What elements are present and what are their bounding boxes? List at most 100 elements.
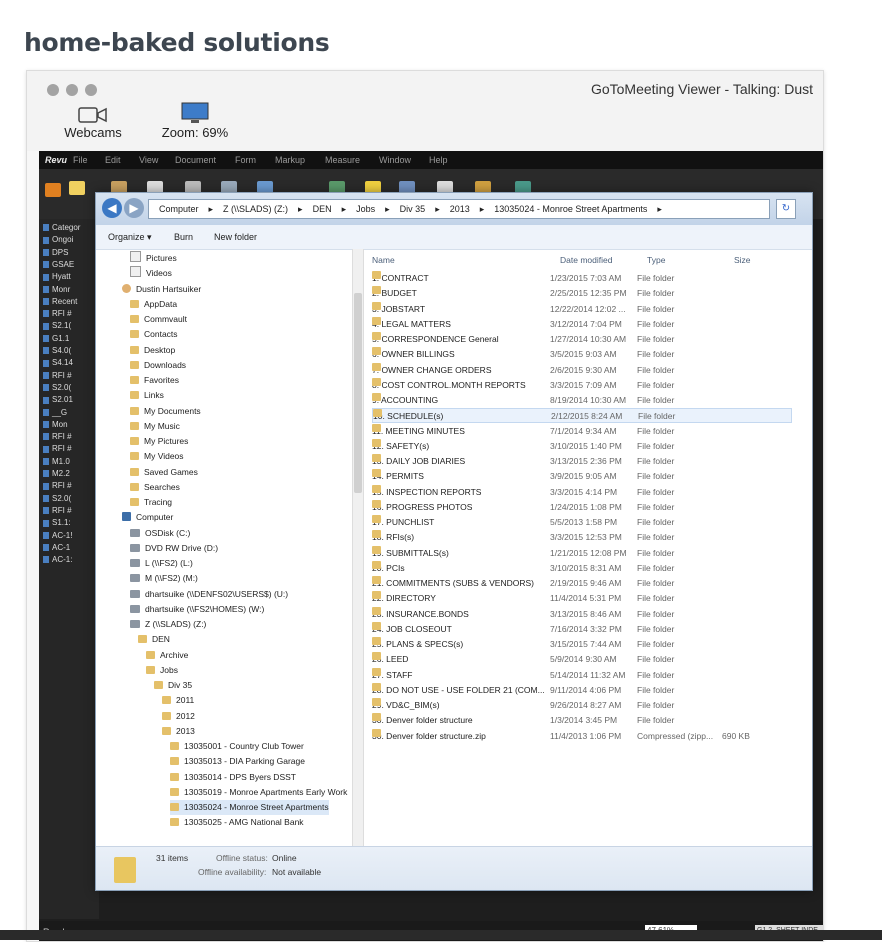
file-row[interactable]: 15. INSPECTION REPORTS 3/3/2015 4:14 PM Fi… xyxy=(372,484,792,500)
breadcrumb-separator-icon[interactable]: ▸ xyxy=(209,204,214,214)
tree-item[interactable]: Dustin Hartsuiker xyxy=(122,282,201,297)
minimize-dot-icon[interactable] xyxy=(66,84,78,96)
breadcrumb-separator-icon[interactable]: ▸ xyxy=(657,204,662,214)
revu-sidebar-item[interactable]: RFI # xyxy=(43,371,72,380)
revu-sidebar-item[interactable]: S4.14 xyxy=(43,358,73,367)
file-row[interactable]: 29. VD&C_BIM(s) 9/26/2014 8:27 AM File fol… xyxy=(372,698,792,713)
tree-item[interactable]: Tracing xyxy=(130,495,172,510)
column-type[interactable]: Type xyxy=(647,255,665,265)
menu-measure[interactable]: Measure xyxy=(325,155,360,165)
tree-item[interactable]: dhartsuike (\\FS2\HOMES) (W:) xyxy=(130,602,264,617)
revu-sidebar-item[interactable]: DPS xyxy=(43,248,68,257)
forward-button[interactable]: ▶ xyxy=(124,198,144,218)
tree-item[interactable]: L (\\FS2) (L:) xyxy=(130,556,193,571)
breadcrumb-separator-icon[interactable]: ▸ xyxy=(342,204,347,214)
revu-sidebar-item[interactable]: G1.1 xyxy=(43,334,69,343)
file-row[interactable]: 23. INSURANCE.BONDS 3/13/2015 8:46 AM File… xyxy=(372,606,792,622)
tree-item[interactable]: Computer xyxy=(122,510,173,525)
file-row[interactable]: 10. SCHEDULE(s) 2/12/2015 8:24 AM File fol… xyxy=(372,408,792,424)
breadcrumb-item[interactable]: Div 35 xyxy=(400,204,426,214)
column-size[interactable]: Size xyxy=(734,255,751,265)
tree-item[interactable]: 13035024 - Monroe Street Apartments xyxy=(170,800,329,815)
refresh-button[interactable]: ↻ xyxy=(776,199,796,219)
file-row[interactable]: 2. BUDGET 2/25/2015 12:35 PM File folder xyxy=(372,286,792,301)
new-folder-button[interactable]: New folder xyxy=(214,232,257,242)
file-row[interactable]: 25. PLANS & SPECS(s) 3/15/2015 7:44 AM Fil… xyxy=(372,637,792,652)
file-row[interactable]: 24. JOB CLOSEOUT 7/16/2014 3:32 PM File fo… xyxy=(372,621,792,637)
file-row[interactable]: 22. DIRECTORY 11/4/2014 5:31 PM File folde… xyxy=(372,591,792,606)
new-icon[interactable] xyxy=(69,181,85,195)
tree-item[interactable]: 2012 xyxy=(162,709,195,724)
tree-item[interactable]: Z (\\SLADS) (Z:) xyxy=(130,617,206,632)
address-bar[interactable]: Computer ▸ Z (\\SLADS) (Z:) ▸ DEN ▸ Jobs ▸ Div 3… xyxy=(148,199,770,219)
file-row[interactable]: 11. MEETING MINUTES 7/1/2014 9:34 AM File … xyxy=(372,423,792,439)
file-row[interactable]: 9. ACCOUNTING 8/19/2014 10:30 AM File fold… xyxy=(372,393,792,408)
window-controls[interactable] xyxy=(47,83,104,101)
tree-item[interactable]: Contacts xyxy=(130,327,178,342)
revu-sidebar-item[interactable]: __G xyxy=(43,408,67,417)
file-row[interactable]: 5. CORRESPONDENCE General 1/27/2014 10:30… xyxy=(372,332,792,347)
tree-item[interactable]: M (\\FS2) (M:) xyxy=(130,571,198,586)
scroll-thumb[interactable] xyxy=(354,293,362,493)
file-row[interactable]: 13. DAILY JOB DIARIES 3/13/2015 2:36 PM Fi… xyxy=(372,454,792,469)
file-row[interactable]: 17. PUNCHLIST 5/5/2013 1:58 PM File folder xyxy=(372,515,792,530)
tree-item[interactable]: Jobs xyxy=(146,663,178,678)
tree-item[interactable]: OSDisk (C:) xyxy=(130,526,190,541)
tree-item[interactable]: My Pictures xyxy=(130,434,188,449)
tree-item[interactable]: My Videos xyxy=(130,449,184,464)
file-row[interactable]: 1. CONTRACT 1/23/2015 7:03 AM File folder xyxy=(372,271,792,286)
revu-sidebar-item[interactable]: RFI # xyxy=(43,481,72,490)
tree-item[interactable]: Pictures xyxy=(130,251,177,266)
revu-sidebar-item[interactable]: RFI # xyxy=(43,506,72,515)
column-date[interactable]: Date modified xyxy=(560,255,612,265)
menu-edit[interactable]: Edit xyxy=(105,155,121,165)
file-row[interactable]: 28. DO NOT USE - USE FOLDER 21 (COM... 9/… xyxy=(372,682,792,698)
menu-view[interactable]: View xyxy=(139,155,158,165)
menu-help[interactable]: Help xyxy=(429,155,448,165)
file-row[interactable]: 21. COMMITMENTS (SUBS & VENDORS) 2/19/201… xyxy=(372,576,792,591)
tree-item[interactable]: 13035014 - DPS Byers DSST xyxy=(170,770,296,785)
file-row[interactable]: 12. SAFETY(s) 3/10/2015 1:40 PM File folde… xyxy=(372,438,792,454)
menu-document[interactable]: Document xyxy=(175,155,216,165)
revu-sidebar-item[interactable]: M2.2 xyxy=(43,469,70,478)
column-name[interactable]: Name xyxy=(372,255,395,265)
file-row[interactable]: 6. OWNER BILLINGS 3/5/2015 9:03 AM File fo… xyxy=(372,347,792,362)
file-row[interactable]: 14. PERMITS 3/9/2015 9:05 AM File folder xyxy=(372,469,792,484)
tree-item[interactable]: 2011 xyxy=(162,693,194,708)
tree-item[interactable]: Saved Games xyxy=(130,465,198,480)
revu-sidebar-item[interactable]: S1.1: xyxy=(43,518,71,527)
breadcrumb-item[interactable]: 13035024 - Monroe Street Apartments xyxy=(494,204,647,214)
file-row[interactable]: 4. LEGAL MATTERS 3/12/2014 7:04 PM File fo… xyxy=(372,316,792,332)
breadcrumb-separator-icon[interactable]: ▸ xyxy=(480,204,485,214)
tree-item[interactable]: Desktop xyxy=(130,343,175,358)
revu-sidebar-item[interactable]: RFI # xyxy=(43,444,72,453)
revu-sidebar-item[interactable]: S2.1( xyxy=(43,321,71,330)
tree-item[interactable]: 13035019 - Monroe Apartments Early Work xyxy=(170,785,347,800)
file-row[interactable]: 18. RFIs(s) 3/3/2015 12:53 PM File folder xyxy=(372,530,792,545)
menu-markup[interactable]: Markup xyxy=(275,155,305,165)
revu-sidebar-item[interactable]: AC-1: xyxy=(43,555,72,564)
revu-sidebar-item[interactable]: Hyatt xyxy=(43,272,71,281)
revu-sidebar-item[interactable]: S2.0( xyxy=(43,494,71,503)
revu-sidebar-item[interactable]: RFI # xyxy=(43,309,72,318)
tree-item[interactable]: Archive xyxy=(146,648,188,663)
revu-sidebar-item[interactable]: S4.0( xyxy=(43,346,71,355)
revu-sidebar-item[interactable]: S2.01 xyxy=(43,395,73,404)
file-row[interactable]: 30. Denver folder structure.zip 11/4/2013… xyxy=(372,728,792,744)
tree-item[interactable]: DVD RW Drive (D:) xyxy=(130,541,218,556)
revu-sidebar-item[interactable]: Monr xyxy=(43,285,70,294)
breadcrumb-item[interactable]: DEN xyxy=(313,204,332,214)
menu-file[interactable]: File xyxy=(73,155,88,165)
file-row[interactable]: 3. JOBSTART 12/22/2014 12:02 ... File fold… xyxy=(372,301,792,317)
file-row[interactable]: 7. OWNER CHANGE ORDERS 2/6/2015 9:30 AM Fi… xyxy=(372,362,792,378)
tree-item[interactable]: DEN xyxy=(138,632,170,647)
revu-sidebar-item[interactable]: Ongoi xyxy=(43,235,73,244)
file-row[interactable]: 30. Denver folder structure 1/3/2014 3:45… xyxy=(372,713,792,728)
revu-sidebar-item[interactable]: RFI # xyxy=(43,432,72,441)
zoom-button[interactable]: Zoom: 69% xyxy=(159,101,231,140)
revu-sidebar-item[interactable]: AC-1 xyxy=(43,543,70,552)
tree-item[interactable]: 13035025 - AMG National Bank xyxy=(170,815,304,830)
revu-sidebar-item[interactable]: Recent xyxy=(43,297,77,306)
tree-item[interactable]: 13035001 - Country Club Tower xyxy=(170,739,304,754)
tree-item[interactable]: Favorites xyxy=(130,373,179,388)
